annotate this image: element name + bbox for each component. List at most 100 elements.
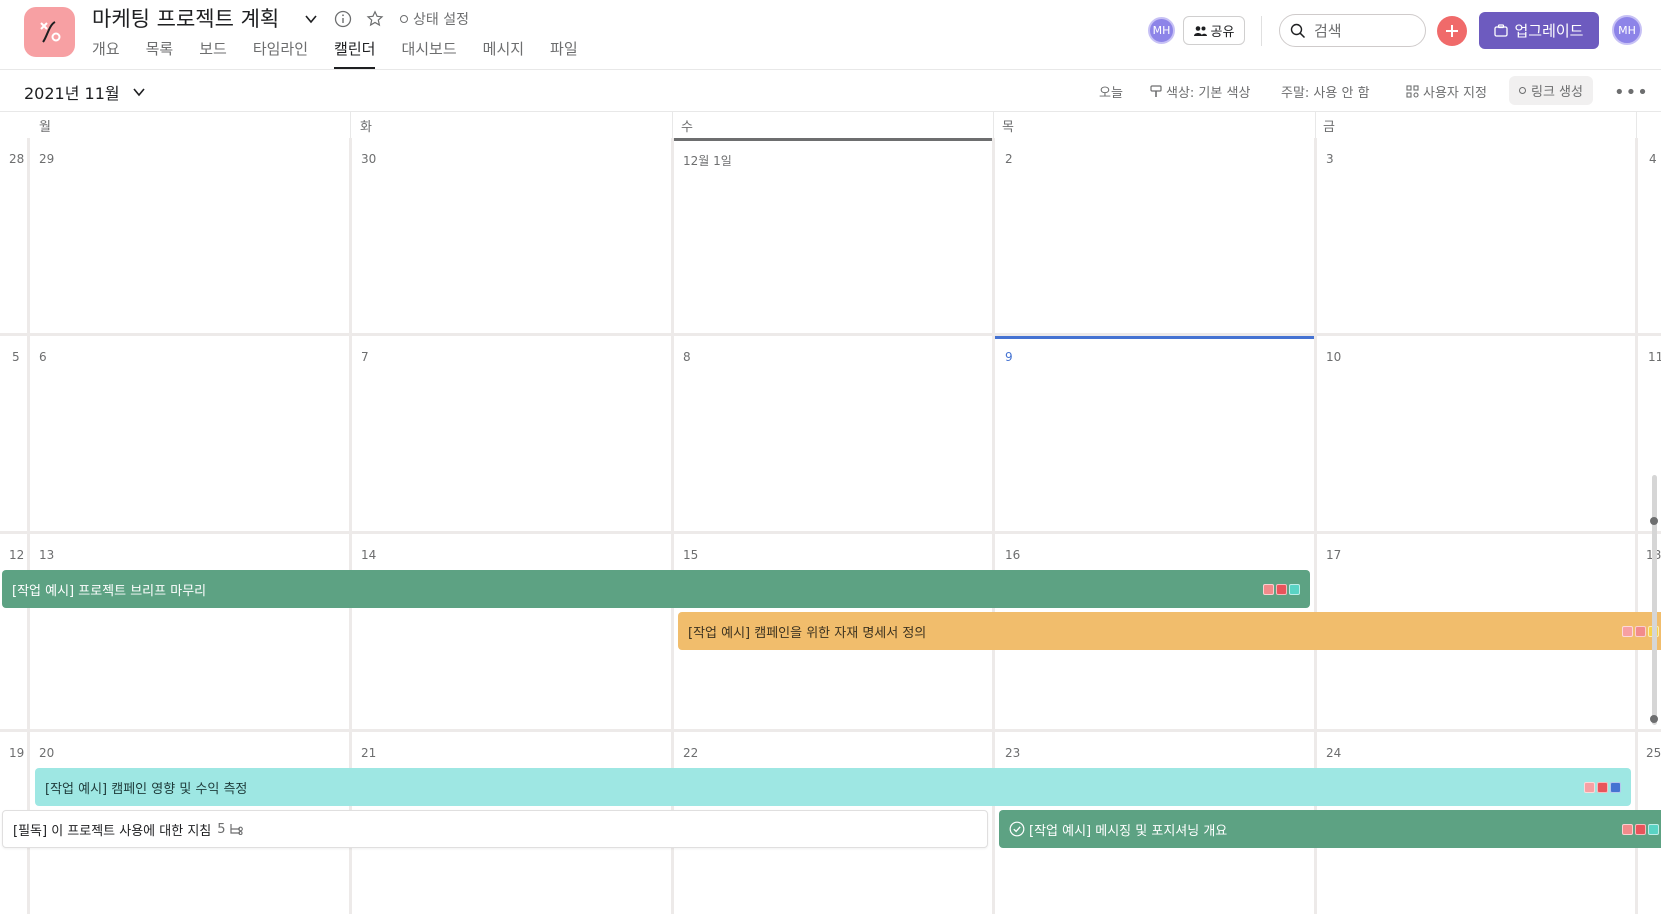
project-icon[interactable]: [24, 7, 75, 57]
link-circle-icon: [1519, 87, 1526, 94]
day-number[interactable]: 5: [12, 350, 20, 364]
day-number[interactable]: 8: [683, 350, 691, 364]
day-number[interactable]: 4: [1649, 152, 1657, 166]
day-number[interactable]: 30: [361, 152, 376, 166]
weekday-tue: 화: [360, 120, 372, 135]
weekday-thu: 목: [1002, 120, 1014, 135]
week-divider: [0, 531, 1661, 534]
day-number[interactable]: 17: [1326, 548, 1341, 562]
event-bar[interactable]: [작업 예시] 프로젝트 브리프 마무리: [2, 570, 1310, 608]
week-divider: [0, 729, 1661, 732]
header-divider: [1636, 112, 1637, 138]
day-number[interactable]: 11: [1648, 350, 1661, 364]
day-number[interactable]: 10: [1326, 350, 1341, 364]
month-label: 2021년 11월: [24, 84, 120, 103]
day-number[interactable]: 22: [683, 746, 698, 760]
tab-overview[interactable]: 개요: [92, 36, 120, 69]
weekend-button[interactable]: 주말: 사용 안 함: [1281, 82, 1370, 101]
day-number[interactable]: 28: [9, 152, 24, 166]
weekday-wed: 수: [681, 120, 693, 135]
day-number[interactable]: 16: [1005, 548, 1020, 562]
column-divider: [27, 138, 30, 914]
tab-list[interactable]: 목록: [146, 36, 174, 69]
tab-files[interactable]: 파일: [550, 36, 578, 69]
weekday-mon: 월: [39, 120, 51, 135]
color-label: 색상: 기본 색상: [1166, 86, 1251, 101]
people-icon: [1193, 25, 1207, 36]
day-number[interactable]: 13: [39, 548, 54, 562]
today-day-number[interactable]: 9: [1005, 350, 1013, 364]
today-button[interactable]: 오늘: [1099, 82, 1123, 101]
event-title: [작업 예시] 캠페인 영향 및 수익 측정: [45, 781, 248, 797]
tab-messages[interactable]: 메시지: [483, 36, 524, 69]
day-number[interactable]: 25: [1646, 746, 1661, 760]
day-number[interactable]: 23: [1005, 746, 1020, 760]
calendar-grid: 28 29 30 12월 1일 2 3 4 5 6 7 8 9 10 11 12…: [0, 138, 1661, 914]
weekday-fri: 금: [1323, 120, 1335, 135]
day-number[interactable]: 3: [1326, 152, 1334, 166]
event-title: [작업 예시] 캠페인을 위한 자재 명세서 정의: [688, 625, 927, 641]
tag-swatch: [1622, 626, 1633, 637]
weekday-header: 월 화 수 목 금: [0, 112, 1661, 138]
status-label: 상태 설정: [413, 12, 469, 28]
tag-swatch: [1597, 782, 1608, 793]
day-number[interactable]: 29: [39, 152, 54, 166]
chevron-down-icon: [132, 88, 145, 97]
scroll-marker: [1650, 517, 1658, 525]
subtask-icon: [229, 824, 243, 835]
header-divider: [350, 112, 351, 138]
top-bar: 마케팅 프로젝트 계획 상태 설정 개요 목록 보드 타임라인 캘린더 대시보드…: [0, 0, 1661, 70]
project-title[interactable]: 마케팅 프로젝트 계획: [92, 3, 279, 33]
day-number[interactable]: 6: [39, 350, 47, 364]
customize-icon: [1406, 85, 1419, 98]
event-bar[interactable]: [작업 예시] 캠페인을 위한 자재 명세서 정의: [678, 612, 1661, 650]
upgrade-label: 업그레이드: [1514, 22, 1584, 40]
day-number[interactable]: 12: [9, 548, 24, 562]
event-title: [필독] 이 프로젝트 사용에 대한 지침: [13, 823, 212, 839]
day-number[interactable]: 2: [1005, 152, 1013, 166]
user-avatar[interactable]: MH: [1612, 15, 1642, 45]
scrollbar-thumb[interactable]: [1652, 475, 1657, 725]
tag-swatch: [1622, 824, 1633, 835]
month-selector[interactable]: 2021년 11월: [24, 80, 146, 104]
day-number[interactable]: 15: [683, 548, 698, 562]
title-actions: 상태 설정: [300, 8, 469, 30]
upgrade-button[interactable]: 업그레이드: [1479, 12, 1599, 49]
create-link-button[interactable]: 링크 생성: [1509, 76, 1593, 105]
color-button[interactable]: 색상: 기본 색상: [1150, 82, 1250, 101]
info-icon[interactable]: [332, 8, 354, 30]
more-options-icon[interactable]: •••: [1614, 82, 1649, 103]
day-number[interactable]: 20: [39, 746, 54, 760]
tab-board[interactable]: 보드: [199, 36, 227, 69]
paint-icon: [1150, 85, 1162, 97]
event-bar[interactable]: [필독] 이 프로젝트 사용에 대한 지침 5: [2, 810, 988, 848]
day-number[interactable]: 12월 1일: [683, 152, 732, 169]
share-button[interactable]: 공유: [1183, 16, 1245, 45]
day-number[interactable]: 7: [361, 350, 369, 364]
tab-timeline[interactable]: 타임라인: [253, 36, 308, 69]
tab-dashboard[interactable]: 대시보드: [401, 36, 456, 69]
search-input[interactable]: 검색: [1279, 14, 1426, 47]
calendar-toolbar: 2021년 11월 오늘 색상: 기본 색상 주말: 사용 안 함 사용자 지정…: [0, 70, 1661, 112]
member-avatar[interactable]: MH: [1148, 17, 1175, 44]
add-button[interactable]: [1437, 16, 1467, 46]
set-status-button[interactable]: 상태 설정: [400, 9, 469, 29]
chevron-down-icon[interactable]: [300, 8, 322, 30]
day-number[interactable]: 21: [361, 746, 376, 760]
day-number[interactable]: 14: [361, 548, 376, 562]
star-icon[interactable]: [364, 8, 386, 30]
search-icon: [1290, 23, 1306, 38]
day-number[interactable]: 24: [1326, 746, 1341, 760]
event-bar[interactable]: [작업 예시] 캠페인 영향 및 수익 측정: [35, 768, 1631, 806]
tab-calendar[interactable]: 캘린더: [334, 36, 376, 69]
customize-label: 사용자 지정: [1423, 86, 1487, 101]
scroll-marker: [1650, 715, 1658, 723]
day-number[interactable]: 19: [9, 746, 24, 760]
event-bar[interactable]: [작업 예시] 메시징 및 포지셔닝 개요: [999, 810, 1661, 848]
tag-swatch: [1610, 782, 1621, 793]
customize-button[interactable]: 사용자 지정: [1406, 82, 1487, 101]
header-divider: [1315, 112, 1316, 138]
check-circle-icon[interactable]: [1009, 821, 1025, 837]
tag-swatch: [1635, 626, 1646, 637]
event-tags: [1584, 782, 1621, 793]
